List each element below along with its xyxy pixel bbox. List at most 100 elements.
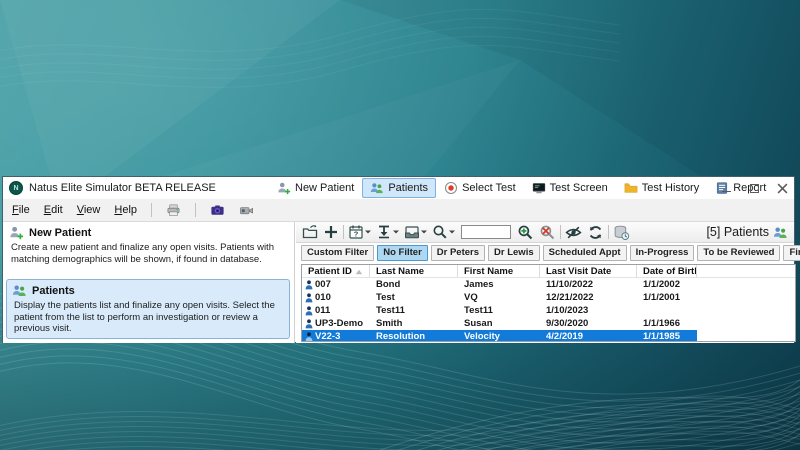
task-patients[interactable]: Patients Display the patients list and f… (6, 279, 290, 339)
table-header: Patient ID Last Name First Name Last Vis… (302, 265, 795, 278)
refresh-button[interactable] (586, 223, 605, 242)
table-row-selected[interactable]: V22-3 Resolution Velocity 4/2/2019 1/1/1… (302, 330, 697, 342)
filter-dr-lewis[interactable]: Dr Lewis (488, 244, 540, 261)
window-controls (719, 179, 789, 197)
import-study-button[interactable] (375, 223, 400, 241)
svg-text:?: ? (354, 230, 359, 239)
chevron-down-icon (449, 230, 455, 234)
task-title: New Patient (29, 226, 92, 239)
main-navigation: New Patient Patients Select Test Test Sc… (269, 178, 774, 198)
date-of-birth: 1/1/2001 (643, 292, 680, 303)
test-screen-icon (532, 183, 545, 194)
privacy-eye-button[interactable] (564, 223, 583, 242)
app-window: N Natus Elite Simulator BETA RELEASE New… (2, 176, 800, 343)
window-content: New Patient Create a new patient and fin… (3, 222, 800, 343)
database-schedule-button[interactable] (612, 223, 631, 242)
patient-id: 011 (315, 305, 331, 316)
add-patient-button[interactable] (322, 223, 340, 241)
column-header-first-name[interactable]: First Name (458, 265, 540, 277)
filter-custom-filter[interactable]: Custom Filter (301, 244, 375, 261)
close-icon (777, 183, 787, 193)
separator (151, 203, 153, 217)
database-schedule-icon (614, 225, 630, 240)
patients-icon (773, 226, 787, 238)
last-name: Resolution (376, 331, 426, 342)
search-input[interactable] (461, 225, 511, 239)
filter-to-be-reviewed[interactable]: To be Reviewed (697, 244, 781, 261)
date-of-birth: 1/1/1966 (643, 318, 680, 329)
video-camera-icon[interactable] (239, 203, 254, 218)
import-study-icon (379, 225, 389, 239)
filter-finalized[interactable]: Finalized (783, 244, 800, 261)
first-name: Susan (464, 318, 493, 329)
search-options-button[interactable] (431, 223, 456, 241)
column-header-patient-id[interactable]: Patient ID (302, 265, 370, 277)
last-name: Test (376, 292, 395, 303)
tab-patients[interactable]: Patients (362, 178, 437, 198)
select-test-icon (445, 181, 458, 195)
last-visit-date: 11/10/2022 (546, 279, 594, 290)
open-patient-folder-button[interactable] (301, 223, 319, 241)
patients-panel: ? [5] Patients Custom Filter No Filter D… (296, 222, 800, 343)
tab-test-screen[interactable]: Test Screen (524, 178, 616, 198)
minimize-icon (721, 190, 731, 192)
table-row[interactable]: 007 Bond James 11/10/2022 1/1/2002 (302, 278, 697, 291)
search-clear-button[interactable] (538, 223, 557, 242)
tab-select-test[interactable]: Select Test (436, 178, 524, 198)
tab-new-patient[interactable]: New Patient (269, 178, 362, 198)
test-history-icon (624, 183, 638, 193)
patient-icon (305, 331, 313, 341)
filter-scheduled-appt[interactable]: Scheduled Appt (542, 244, 627, 261)
patient-icon (305, 318, 313, 328)
appointment-calendar-icon: ? (349, 225, 363, 239)
menu-bar: File Edit View Help (3, 199, 794, 222)
column-header-last-visit-date[interactable]: Last Visit Date (540, 265, 637, 277)
archive-button[interactable] (403, 223, 428, 241)
menu-help[interactable]: Help (114, 204, 137, 216)
minimize-button[interactable] (719, 181, 733, 195)
task-new-patient[interactable]: New Patient Create a new patient and fin… (3, 222, 294, 265)
task-description: Create a new patient and finalize any op… (11, 242, 274, 265)
filter-dr-peters[interactable]: Dr Peters (430, 244, 486, 261)
patient-count-text: [5] Patients (706, 225, 769, 239)
first-name: Velocity (464, 331, 500, 342)
patient-icon (305, 292, 313, 302)
separator (608, 225, 609, 239)
first-name: Test11 (464, 305, 493, 316)
app-logo-icon: N (9, 181, 23, 195)
chevron-down-icon (393, 230, 399, 234)
patient-icon (305, 305, 313, 315)
filter-tab-bar: Custom Filter No Filter Dr Peters Dr Lew… (296, 243, 800, 262)
table-row[interactable]: 011 Test11 Test11 1/10/2023 (302, 304, 697, 317)
menu-file[interactable]: File (12, 204, 30, 216)
title-bar[interactable]: N Natus Elite Simulator BETA RELEASE New… (3, 177, 794, 199)
chevron-down-icon (365, 230, 371, 234)
search-add-icon (518, 225, 533, 239)
task-title: Patients (32, 284, 75, 297)
maximize-button[interactable] (747, 181, 761, 195)
print-icon[interactable] (166, 203, 181, 218)
camera-icon[interactable] (210, 203, 225, 218)
appointment-calendar-button[interactable]: ? (347, 223, 372, 241)
menu-view[interactable]: View (77, 204, 101, 216)
tab-label: Select Test (462, 182, 516, 194)
new-patient-icon (10, 226, 24, 240)
tab-test-history[interactable]: Test History (616, 178, 707, 198)
tab-label: Test History (641, 182, 700, 194)
column-header-last-name[interactable]: Last Name (370, 265, 458, 277)
table-row[interactable]: 010 Test VQ 12/21/2022 1/1/2001 (302, 291, 697, 304)
patients-icon (371, 183, 383, 194)
close-button[interactable] (775, 181, 789, 195)
patient-icon (305, 279, 313, 289)
table-row[interactable]: UP3-Demo Smith Susan 9/30/2020 1/1/1966 (302, 317, 697, 330)
filter-in-progress[interactable]: In-Progress (629, 244, 695, 261)
separator (195, 203, 197, 217)
menu-edit[interactable]: Edit (44, 204, 63, 216)
first-name: James (464, 279, 494, 290)
search-add-button[interactable] (516, 223, 535, 242)
last-name: Smith (376, 318, 403, 329)
patient-count: [5] Patients (706, 225, 790, 240)
column-header-date-of-birth[interactable]: Date of Birth (637, 265, 697, 277)
separator (343, 225, 344, 239)
filter-no-filter[interactable]: No Filter (377, 244, 428, 261)
